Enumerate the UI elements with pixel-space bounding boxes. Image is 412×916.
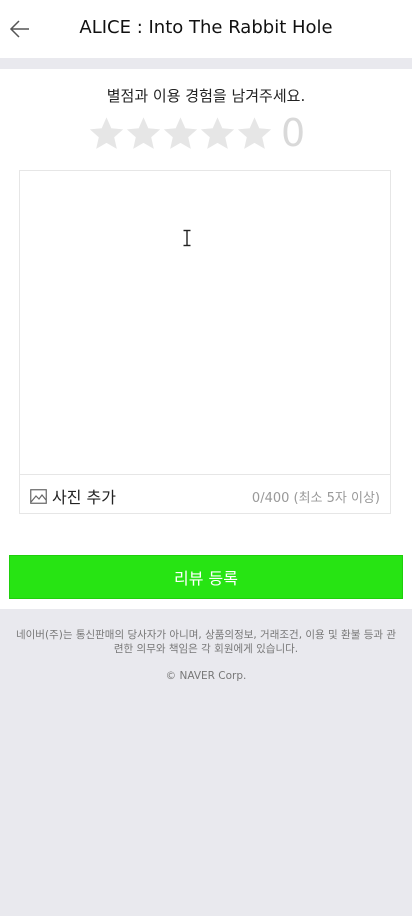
add-photo-button[interactable]: 사진 추가 <box>30 484 116 508</box>
page-footer: 네이버(주)는 통신판매의 당사자가 아니며, 상품의정보, 거래조건, 이용 … <box>0 609 412 682</box>
back-button[interactable] <box>8 16 34 42</box>
review-form: 별점과 이용 경험을 남겨주세요. 0 사진 추가 0/400 (최소 5자 이… <box>0 69 412 609</box>
star-1[interactable] <box>88 115 125 152</box>
review-box: 사진 추가 0/400 (최소 5자 이상) <box>19 170 391 514</box>
review-box-footer: 사진 추가 0/400 (최소 5자 이상) <box>20 474 390 514</box>
star-3[interactable] <box>162 115 199 152</box>
star-icon <box>237 116 272 149</box>
rating-score: 0 <box>281 111 306 155</box>
header-divider <box>0 58 412 69</box>
star-icon <box>163 116 198 149</box>
image-icon <box>30 488 47 504</box>
text-cursor-icon <box>183 229 191 247</box>
arrow-left-icon <box>9 20 29 38</box>
star-icon <box>89 116 124 149</box>
review-textarea[interactable] <box>20 171 390 474</box>
add-photo-label: 사진 추가 <box>52 488 116 507</box>
star-4[interactable] <box>199 115 236 152</box>
rating-prompt: 별점과 이용 경험을 남겨주세요. <box>106 87 306 105</box>
star-rating: 0 <box>88 110 305 156</box>
star-icon <box>126 116 161 149</box>
star-2[interactable] <box>125 115 162 152</box>
star-5[interactable] <box>236 115 273 152</box>
submit-review-button[interactable]: 리뷰 등록 <box>9 555 403 599</box>
legal-disclaimer: 네이버(주)는 통신판매의 당사자가 아니며, 상품의정보, 거래조건, 이용 … <box>15 629 397 655</box>
star-icon <box>200 116 235 149</box>
page-title: ALICE : Into The Rabbit Hole <box>79 17 333 38</box>
char-count: 0/400 (최소 5자 이상) <box>251 491 380 506</box>
app-header: ALICE : Into The Rabbit Hole <box>0 0 412 58</box>
copyright: © NAVER Corp. <box>165 670 247 682</box>
